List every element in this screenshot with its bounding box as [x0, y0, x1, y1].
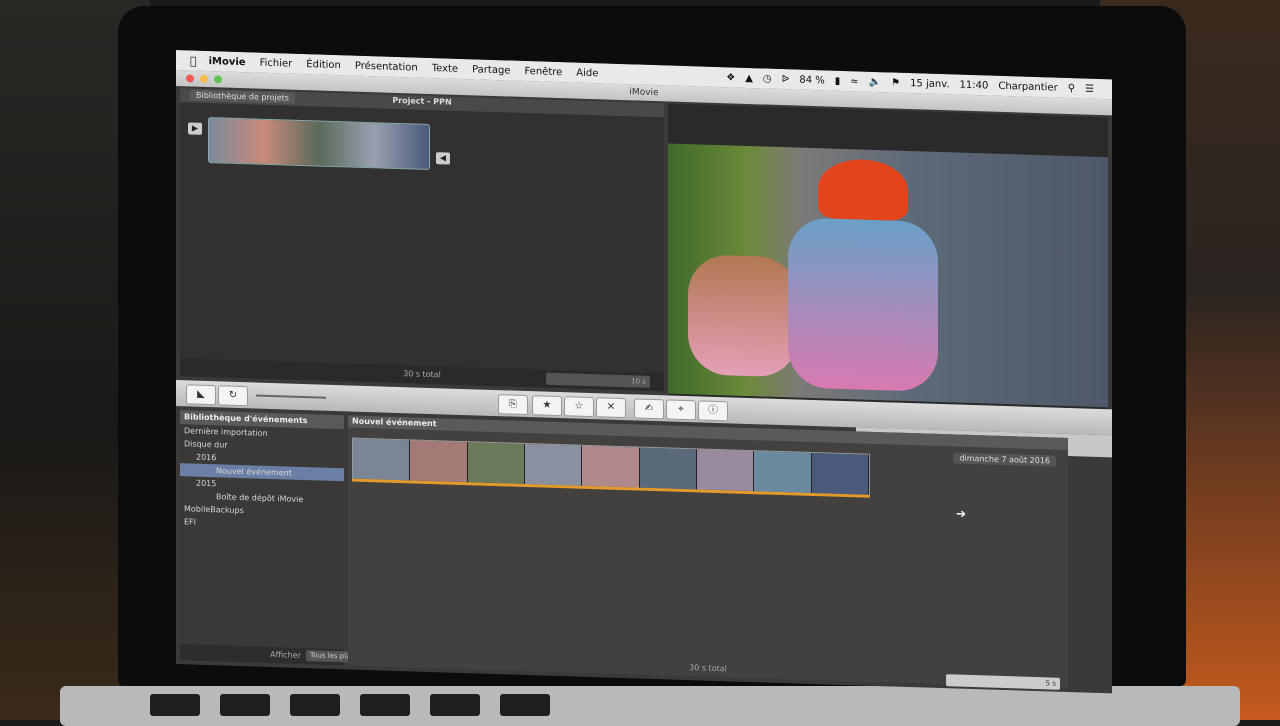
reject-button[interactable]: ✕: [596, 397, 626, 419]
event-date: dimanche 7 août 2016: [953, 452, 1056, 467]
apple-icon[interactable]: : [190, 54, 197, 67]
list-icon[interactable]: ☰: [1085, 83, 1094, 94]
project-total: 30 s total: [403, 369, 441, 380]
minimize-icon[interactable]: [200, 74, 208, 84]
preview-image: [668, 143, 1108, 408]
window-controls: [186, 74, 222, 84]
add-to-project-button[interactable]: ⎘: [498, 394, 528, 416]
project-pane: Bibliothèque de projets Project - PPN ▶ …: [180, 88, 664, 392]
event-library: Bibliothèque d'événements Dernière impor…: [180, 410, 410, 666]
info-button[interactable]: ⓘ: [698, 400, 728, 422]
flag-icon[interactable]: ⚑: [891, 77, 900, 88]
preview-figure: [788, 217, 938, 392]
project-zoom-value: 10 s: [631, 377, 646, 386]
unmark-button[interactable]: ☆: [564, 396, 594, 418]
time-machine-icon[interactable]: ◷: [763, 73, 772, 84]
mouse-cursor-icon: ➔: [956, 506, 967, 521]
event-library-footer: Afficher Tous les plans: [180, 644, 410, 666]
menu-user[interactable]: Charpantier: [998, 80, 1057, 93]
menu-presentation[interactable]: Présentation: [355, 60, 418, 73]
volume-icon[interactable]: 🔈: [869, 76, 881, 87]
menu-fenetre[interactable]: Fenêtre: [524, 65, 562, 77]
viewer-pane: [668, 103, 1108, 418]
window-title: iMovie: [629, 87, 659, 99]
project-zoom-slider[interactable]: 10 s: [546, 372, 650, 388]
show-label: Afficher: [270, 649, 301, 660]
search-icon[interactable]: ⚲: [1068, 83, 1075, 94]
keyboard: [60, 686, 1240, 726]
event-zoom-value: 5 s: [1045, 679, 1056, 688]
wifi-icon[interactable]: ≈: [850, 76, 858, 87]
event-filmstrip[interactable]: [352, 437, 870, 498]
start-marker-icon[interactable]: ▶: [188, 122, 202, 135]
menu-edition[interactable]: Édition: [306, 59, 341, 71]
zoom-icon[interactable]: [214, 75, 222, 84]
event-total: 30 s total: [689, 663, 727, 674]
preview-helmet: [818, 158, 908, 222]
crop-button[interactable]: ⌖: [666, 399, 696, 421]
project-clip[interactable]: [208, 117, 430, 170]
event-browser: Nouvel événement dimanche 7 août 2016 30…: [348, 415, 1068, 690]
menu-aide[interactable]: Aide: [576, 67, 598, 79]
menu-fichier[interactable]: Fichier: [260, 57, 293, 69]
dropbox-icon[interactable]: ❖: [726, 72, 735, 83]
thumbnail-slider[interactable]: [256, 394, 326, 399]
menu-date[interactable]: 15 janv.: [910, 78, 949, 90]
close-icon[interactable]: [186, 74, 194, 83]
end-marker-icon[interactable]: ◀: [436, 152, 450, 165]
preview-figure: [688, 254, 798, 378]
bluetooth-icon[interactable]: ᐉ: [782, 74, 790, 85]
favorite-button[interactable]: ★: [532, 395, 562, 417]
swap-button[interactable]: ↻: [218, 385, 248, 407]
battery-status[interactable]: 84 %: [799, 74, 824, 86]
menu-partage[interactable]: Partage: [472, 64, 510, 76]
menu-texte[interactable]: Texte: [432, 63, 458, 75]
screen:  iMovie Fichier Édition Présentation Te…: [176, 50, 1112, 694]
drive-icon[interactable]: ▲: [745, 72, 753, 83]
menu-app[interactable]: iMovie: [209, 56, 246, 68]
battery-icon[interactable]: ▮: [835, 75, 841, 86]
menu-time[interactable]: 11:40: [960, 79, 989, 91]
camera-import-button[interactable]: ◣: [186, 384, 216, 406]
voiceover-button[interactable]: ✍: [634, 398, 664, 420]
event-zoom-slider[interactable]: 5 s: [946, 674, 1060, 690]
